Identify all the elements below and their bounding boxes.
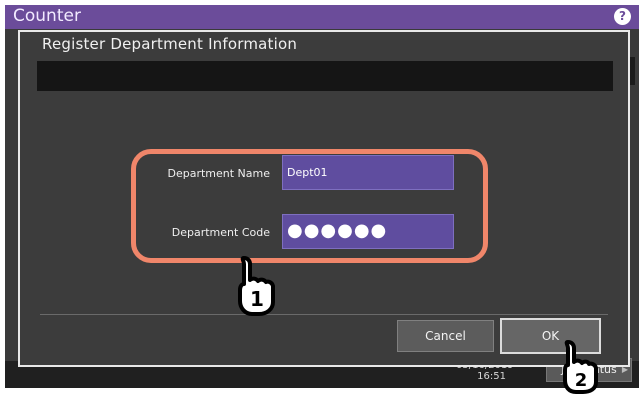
dialog-title: Register Department Information [42,35,298,53]
help-icon[interactable]: ? [614,8,631,25]
hand-pointer-icon: 1 [238,256,275,316]
fields-highlight-frame [131,149,488,263]
dialog-separator [40,314,608,315]
dialog-message-strip [37,61,613,91]
time-text: 16:51 [477,371,506,382]
hand-pointer-icon: 2 [563,340,598,394]
app-titlebar: Counter ? [5,5,639,29]
app-title: Counter [13,6,81,26]
step-2-number: 2 [575,370,588,391]
step-1-number: 1 [250,287,264,311]
cancel-button[interactable]: Cancel [397,320,494,352]
